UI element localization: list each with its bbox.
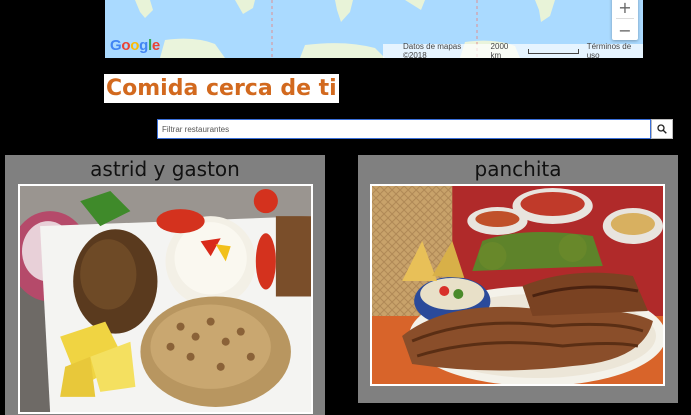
zoom-in-button[interactable]: + (612, 0, 638, 18)
peruvian-plate-photo (20, 186, 311, 412)
restaurant-card[interactable]: panchita (358, 155, 678, 403)
search-button[interactable] (651, 119, 673, 139)
zoom-control: + − (612, 0, 638, 40)
map-data-credit[interactable]: Datos de mapas ©2018 (403, 42, 483, 58)
restaurant-name[interactable]: astrid y gaston (5, 155, 325, 183)
map-scale-bar (527, 48, 579, 54)
grilled-steak-platter-photo (372, 186, 663, 384)
restaurant-name[interactable]: panchita (358, 155, 678, 183)
search-icon (657, 124, 667, 134)
page-title: Comida cerca de ti (104, 74, 339, 103)
map-scale-label[interactable]: 2000 km (491, 42, 520, 58)
map-widget[interactable]: Google Datos de mapas ©2018 2000 km Térm… (105, 0, 643, 58)
restaurant-photo[interactable] (370, 184, 665, 386)
restaurant-photo[interactable] (18, 184, 313, 414)
map-attribution-bar: Datos de mapas ©2018 2000 km Términos de… (383, 42, 643, 58)
map-terms-link[interactable]: Términos de uso (587, 42, 643, 58)
google-logo: Google (110, 37, 160, 54)
zoom-out-button[interactable]: − (612, 19, 638, 41)
search-input[interactable] (157, 119, 651, 139)
restaurant-card[interactable]: astrid y gaston (5, 155, 325, 415)
